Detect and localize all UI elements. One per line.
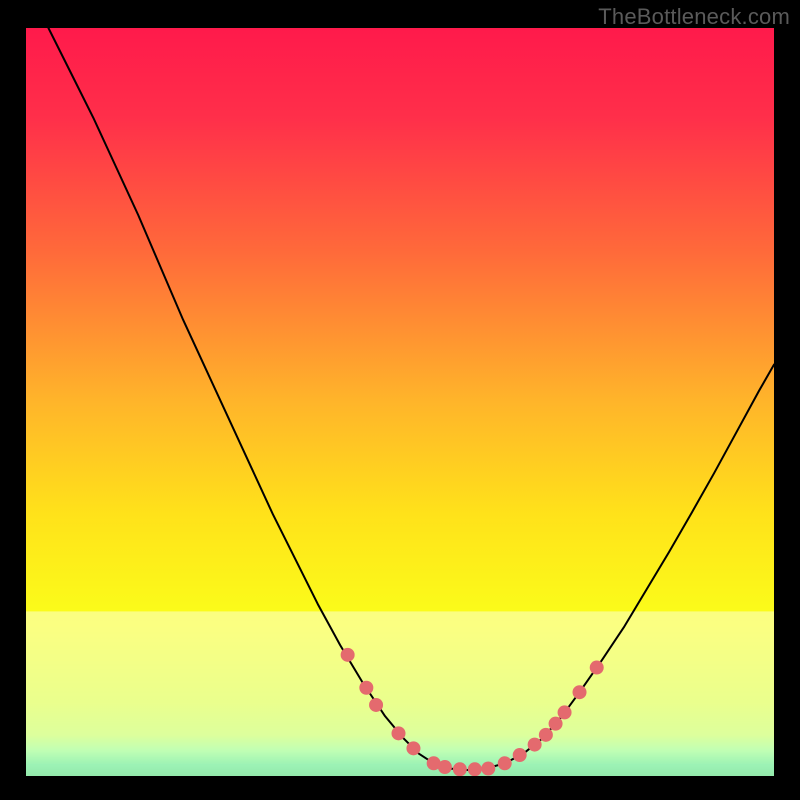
watermark-text: TheBottleneck.com: [598, 4, 790, 30]
data-marker: [549, 717, 563, 731]
data-marker: [438, 760, 452, 774]
data-marker: [539, 728, 553, 742]
data-marker: [513, 748, 527, 762]
data-marker: [392, 726, 406, 740]
data-marker: [369, 698, 383, 712]
highlight-band: [26, 611, 774, 776]
data-marker: [573, 685, 587, 699]
chart: [26, 28, 774, 776]
data-marker: [453, 762, 467, 776]
data-marker: [359, 681, 373, 695]
data-marker: [341, 648, 355, 662]
data-marker: [558, 705, 572, 719]
data-marker: [406, 741, 420, 755]
data-marker: [498, 756, 512, 770]
chart-svg: [26, 28, 774, 776]
data-marker: [528, 738, 542, 752]
app-frame: TheBottleneck.com: [0, 0, 800, 800]
data-marker: [481, 762, 495, 776]
data-marker: [590, 661, 604, 675]
data-marker: [468, 762, 482, 776]
